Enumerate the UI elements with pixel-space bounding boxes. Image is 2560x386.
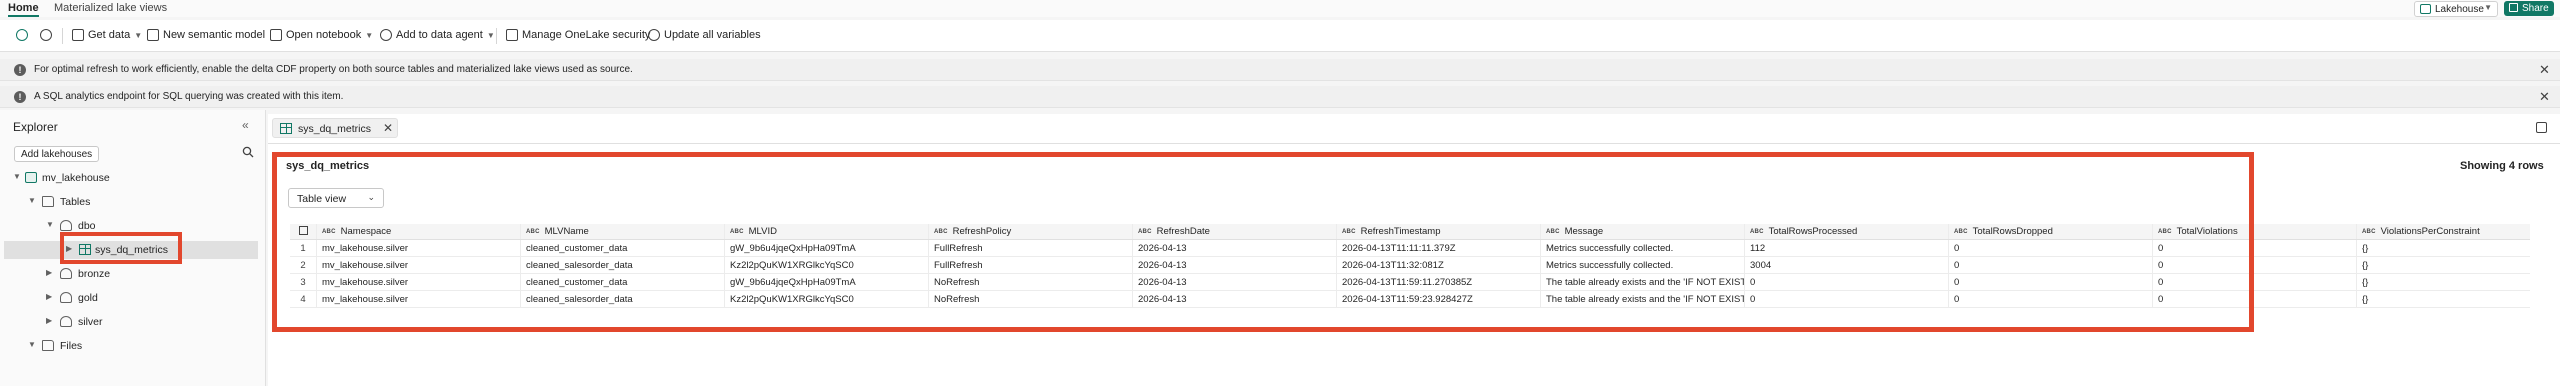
chevron-down-icon: ▼ — [28, 340, 36, 349]
tree-item-lakehouse[interactable]: ▼ mv_lakehouse — [0, 169, 262, 187]
chevron-down-icon: ▼ — [46, 220, 54, 229]
database-icon — [72, 29, 84, 41]
data-agent-icon — [380, 29, 392, 41]
info-icon: ! — [14, 91, 26, 103]
banner-message: A SQL analytics endpoint for SQL queryin… — [34, 91, 344, 102]
lakehouse-icon — [2420, 4, 2431, 14]
divider — [268, 143, 2560, 144]
table-cell[interactable]: {} — [2356, 274, 2530, 290]
add-lakehouses-button[interactable]: Add lakehouses — [14, 146, 100, 162]
schema-icon — [60, 220, 72, 231]
new-semantic-model-button[interactable]: New semantic model — [147, 29, 265, 41]
add-to-data-agent-label: Add to data agent — [396, 29, 483, 41]
tree-item-label: Files — [60, 340, 83, 352]
add-to-data-agent-button[interactable]: Add to data agent ▼ — [380, 29, 495, 41]
highlight-box-table — [272, 152, 2254, 332]
tree-item-schema-silver[interactable]: ▶ silver — [0, 313, 262, 331]
chevron-down-icon: ▼ — [486, 30, 495, 40]
refresh-icon — [16, 29, 28, 41]
tab-sys-dq-metrics[interactable]: sys_dq_metrics ✕ — [272, 118, 398, 138]
tree-item-files[interactable]: ▼ Files — [0, 337, 262, 355]
ribbon-divider — [62, 28, 63, 44]
open-notebook-button[interactable]: Open notebook ▼ — [270, 29, 373, 41]
tree-item-label: dbo — [78, 220, 96, 232]
get-data-button[interactable]: Get data ▼ — [72, 29, 142, 41]
search-icon[interactable] — [242, 146, 254, 158]
highlight-box-sidebar — [60, 232, 182, 264]
table-cell[interactable]: {} — [2356, 240, 2530, 256]
info-banner-sql-endpoint: ! A SQL analytics endpoint for SQL query… — [0, 86, 2560, 108]
refresh-button[interactable] — [16, 29, 28, 41]
tree-item-schema-gold[interactable]: ▶ gold — [0, 289, 262, 307]
schema-icon — [60, 316, 72, 327]
table-icon — [280, 123, 292, 134]
tree-item-label: bronze — [78, 268, 111, 280]
close-icon[interactable]: ✕ — [2539, 89, 2550, 105]
tree-item-label: mv_lakehouse — [42, 172, 110, 184]
top-tab-bar: Home Materialized lake views Lakehouse ▼… — [0, 0, 2560, 17]
gear-icon — [40, 29, 52, 41]
share-button-label: Share — [2522, 3, 2549, 14]
notebook-icon — [270, 29, 282, 41]
chevron-right-icon: ▶ — [46, 268, 53, 277]
security-icon — [506, 29, 518, 41]
lakehouse-icon — [25, 172, 37, 183]
new-semantic-model-label: New semantic model — [163, 29, 266, 41]
manage-onelake-security-button[interactable]: Manage OneLake security — [506, 29, 650, 41]
ribbon-toolbar: Get data ▼ New semantic model Open noteb… — [0, 20, 2560, 52]
update-all-variables-button[interactable]: Update all variables — [648, 29, 761, 41]
close-icon[interactable]: ✕ — [383, 121, 393, 135]
settings-button[interactable] — [40, 29, 52, 41]
tree-item-schema-bronze[interactable]: ▶ bronze — [0, 265, 262, 283]
schema-icon — [60, 292, 72, 303]
share-button[interactable]: Share — [2504, 1, 2554, 16]
tree-item-label: Tables — [60, 196, 91, 208]
info-banner-cdf: ! For optimal refresh to work efficientl… — [0, 59, 2560, 81]
column-header-violationsperconstraint[interactable]: ABC ViolationsPerConstraint — [2356, 224, 2530, 239]
close-icon[interactable]: ✕ — [2539, 62, 2550, 78]
tree-item-label: silver — [78, 316, 103, 328]
variables-icon — [648, 29, 660, 41]
collapse-pane-icon[interactable]: « — [242, 118, 249, 132]
folder-icon — [42, 196, 54, 207]
update-all-variables-label: Update all variables — [664, 29, 761, 41]
banner-message: For optimal refresh to work efficiently,… — [34, 64, 633, 75]
open-notebook-label: Open notebook — [286, 29, 362, 41]
text-type-icon: ABC — [2362, 229, 2376, 235]
tab-materialized-lake-views[interactable]: Materialized lake views — [54, 2, 167, 14]
semantic-model-icon — [147, 29, 159, 41]
schema-icon — [60, 268, 72, 279]
chevron-right-icon: ▶ — [46, 292, 53, 301]
tree-item-tables[interactable]: ▼ Tables — [0, 193, 262, 211]
chevron-down-icon: ▼ — [13, 172, 21, 181]
tree-item-label: gold — [78, 292, 98, 304]
chevron-down-icon: ▼ — [365, 30, 374, 40]
row-count: Showing 4 rows — [2460, 160, 2544, 172]
chevron-down-icon: ▼ — [28, 196, 36, 205]
tab-home[interactable]: Home — [8, 2, 39, 17]
get-data-label: Get data — [88, 29, 131, 41]
tab-label: sys_dq_metrics — [298, 123, 371, 135]
chevron-down-icon: ▼ — [134, 30, 143, 40]
table-cell[interactable]: {} — [2356, 257, 2530, 273]
chevron-down-icon: ▼ — [2484, 3, 2492, 12]
copy-icon[interactable] — [2536, 122, 2547, 133]
column-header-label: ViolationsPerConstraint — [2380, 226, 2480, 237]
lakehouse-selector-label: Lakehouse — [2435, 4, 2484, 15]
share-icon — [2509, 3, 2518, 12]
table-cell[interactable]: {} — [2356, 291, 2530, 307]
lakehouse-selector[interactable]: Lakehouse ▼ — [2414, 1, 2498, 17]
folder-icon — [42, 340, 54, 351]
manage-onelake-security-label: Manage OneLake security — [522, 29, 651, 41]
chevron-right-icon: ▶ — [46, 316, 53, 325]
explorer-title: Explorer — [13, 120, 58, 134]
info-icon: ! — [14, 64, 26, 76]
ribbon-divider — [496, 28, 497, 44]
